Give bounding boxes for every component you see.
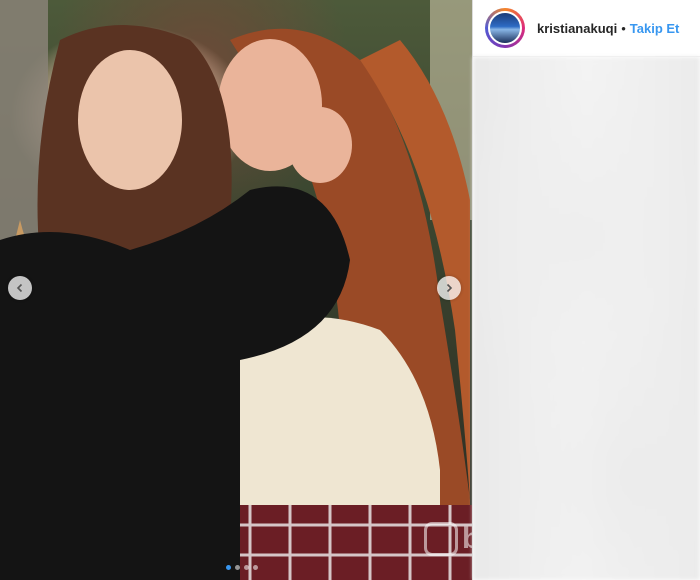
avatar-image — [488, 11, 522, 45]
carousel-dot — [253, 565, 258, 570]
header-separator: • — [621, 20, 626, 36]
chevron-left-icon — [16, 283, 23, 293]
follow-button[interactable]: Takip Et — [630, 21, 680, 36]
avatar[interactable] — [485, 8, 525, 48]
watermark: bursa — [424, 522, 472, 556]
post-photo[interactable]: bursa — [0, 0, 472, 580]
username-link[interactable]: kristianakuqi — [537, 21, 617, 36]
carousel-dot — [244, 565, 249, 570]
carousel-next-button[interactable] — [437, 276, 461, 300]
carousel-dot — [226, 565, 231, 570]
watermark-logo-icon — [424, 522, 458, 556]
watermark-text: bursa — [462, 522, 472, 555]
carousel-dots — [226, 565, 258, 570]
photo-illustration — [0, 0, 472, 580]
carousel-dot — [235, 565, 240, 570]
blurred-comments-area — [473, 57, 700, 580]
post-side-panel: kristianakuqi • Takip Et — [472, 0, 700, 580]
carousel-prev-button[interactable] — [8, 276, 32, 300]
post-header: kristianakuqi • Takip Et — [473, 0, 700, 57]
chevron-right-icon — [446, 283, 453, 293]
